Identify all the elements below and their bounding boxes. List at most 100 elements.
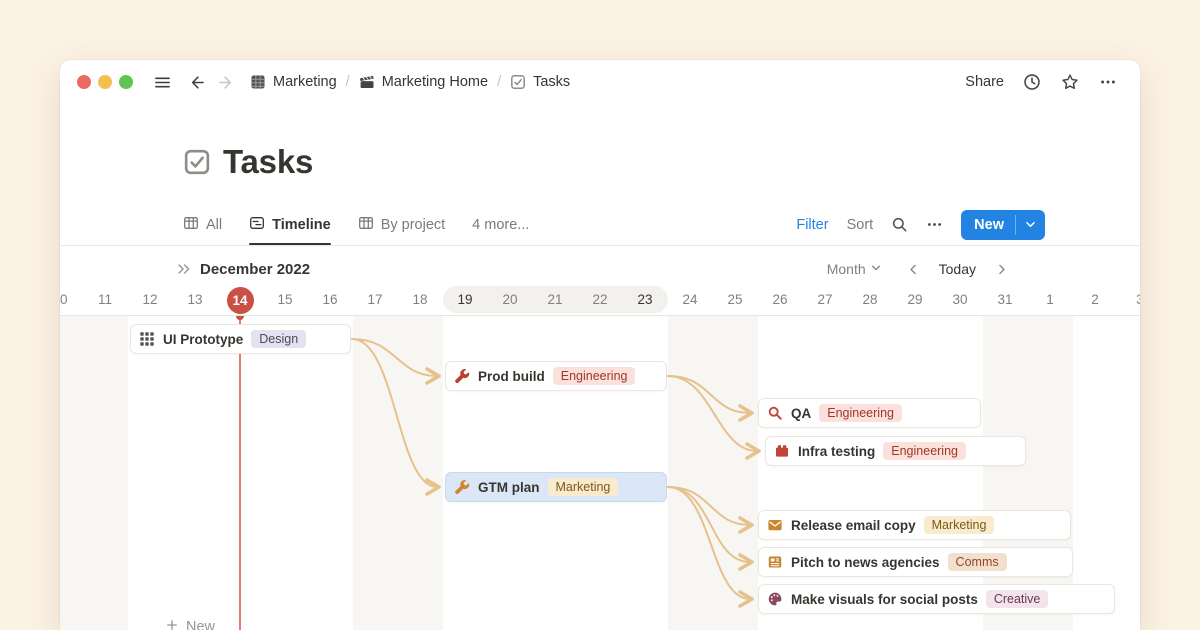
task-tag: Marketing [924,516,995,534]
date-cell: 18 [398,284,443,316]
breadcrumb-item-marketing[interactable]: Marketing [250,74,337,90]
tab-label: 4 more... [472,217,529,233]
page-header: Tasks [183,142,1140,182]
tab-timeline[interactable]: Timeline [249,204,331,245]
date-cell: 28 [848,284,893,316]
date-cell-today: 14 [227,287,254,314]
task-card-infra-testing[interactable]: Infra testing Engineering [765,436,1026,466]
task-title: Infra testing [798,444,875,459]
task-title: Make visuals for social posts [791,592,978,607]
task-card-release-email-copy[interactable]: Release email copy Marketing [758,510,1071,540]
tab-by-project[interactable]: By project [358,204,445,245]
today-button[interactable]: Today [939,261,976,277]
back-arrow-icon[interactable] [184,70,208,94]
clock-icon[interactable] [1020,70,1044,94]
breadcrumb-item-tasks[interactable]: Tasks [510,74,570,90]
new-button[interactable]: New [961,210,1045,240]
minimize-window-button[interactable] [98,75,112,89]
chevron-left-icon[interactable] [902,257,926,281]
table-icon [358,215,374,235]
task-tag: Design [251,330,306,348]
date-cell: 3 [1118,284,1141,316]
date-cell: 25 [713,284,758,316]
timeline-body: UI PrototypeDesignProd buildEngineeringQ… [60,316,1140,630]
date-cell: 24 [668,284,713,316]
chevron-down-icon [870,261,882,277]
date-cell: 20 [488,284,533,316]
tab-4-more[interactable]: 4 more... [472,204,529,245]
date-cell: 10 [60,284,83,316]
wrench-icon [454,368,470,384]
tab-all[interactable]: All [183,204,222,245]
task-title: GTM plan [478,480,540,495]
window-controls [77,75,133,89]
menu-icon[interactable] [150,70,174,94]
timeline-scale-label: Month [827,261,866,277]
more-options-icon[interactable] [926,216,943,233]
timeline-scale-select[interactable]: Month [827,261,882,277]
task-tag: Engineering [819,404,902,422]
timeline-period-label: December 2022 [200,261,310,278]
date-cell: 22 [578,284,623,316]
date-cell: 13 [173,284,218,316]
palette-icon [767,591,783,607]
task-tag: Engineering [883,442,966,460]
task-title: Release email copy [791,518,916,533]
task-card-qa[interactable]: QA Engineering [758,398,981,428]
task-card-ui-prototype[interactable]: UI Prototype Design [130,324,351,354]
brick-icon [774,443,790,459]
star-icon[interactable] [1058,70,1082,94]
task-title: Prod build [478,369,545,384]
search-icon[interactable] [891,216,908,233]
wrench-icon [454,479,470,495]
date-cell: 12 [128,284,173,316]
task-card-pitch-to-news-agencies[interactable]: Pitch to news agencies Comms [758,547,1073,577]
share-button[interactable]: Share [965,74,1004,90]
checkbox-icon [510,74,526,90]
task-title: Pitch to news agencies [791,555,940,570]
tab-label: Timeline [272,217,331,233]
date-cell: 1 [1028,284,1073,316]
zoom-window-button[interactable] [119,75,133,89]
app-window: Marketing/Marketing Home/Tasks Share Tas… [60,60,1140,630]
task-title: QA [791,406,811,421]
double-chevron-icon[interactable] [176,261,192,277]
sort-button[interactable]: Sort [847,217,874,233]
breadcrumb: Marketing/Marketing Home/Tasks [250,74,570,90]
date-cell: 31 [983,284,1028,316]
table-icon [183,215,199,235]
breadcrumb-separator: / [346,74,350,90]
magnifier-icon [767,405,783,421]
filter-button[interactable]: Filter [796,217,828,233]
task-card-prod-build[interactable]: Prod build Engineering [445,361,667,391]
breadcrumb-label: Marketing [273,74,337,90]
date-cell: 19 [443,284,488,316]
view-actions: Filter Sort New [796,210,1045,240]
date-cell: 23 [623,284,668,316]
timeline-header: December 2022 Month Today [60,254,1140,284]
task-tag: Engineering [553,367,636,385]
new-button-label: New [961,210,1015,240]
breadcrumb-item-marketing-home[interactable]: Marketing Home [359,74,488,90]
breadcrumb-label: Tasks [533,74,570,90]
task-tag: Comms [948,553,1007,571]
timeline-date-row: 1011121314151617181920212223242526272829… [60,284,1140,316]
chevron-down-icon[interactable] [1016,210,1045,240]
page-background: Marketing/Marketing Home/Tasks Share Tas… [0,0,1200,630]
more-icon[interactable] [1096,70,1120,94]
task-tag: Creative [986,590,1049,608]
task-title: UI Prototype [163,332,243,347]
task-card-gtm-plan[interactable]: GTM planMarketing [445,472,667,502]
checkbox-icon [183,148,211,176]
date-cell: 30 [938,284,983,316]
view-toolbar: All Timeline By project 4 more... Filter So… [60,204,1140,246]
forward-arrow-icon[interactable] [214,70,238,94]
date-cell: 15 [263,284,308,316]
task-card-make-visuals-for-social-posts[interactable]: Make visuals for social posts Creative [758,584,1115,614]
chevron-right-icon[interactable] [989,257,1013,281]
grid-icon [139,331,155,347]
tab-label: All [206,217,222,233]
tab-label: By project [381,217,445,233]
close-window-button[interactable] [77,75,91,89]
date-cell: 16 [308,284,353,316]
